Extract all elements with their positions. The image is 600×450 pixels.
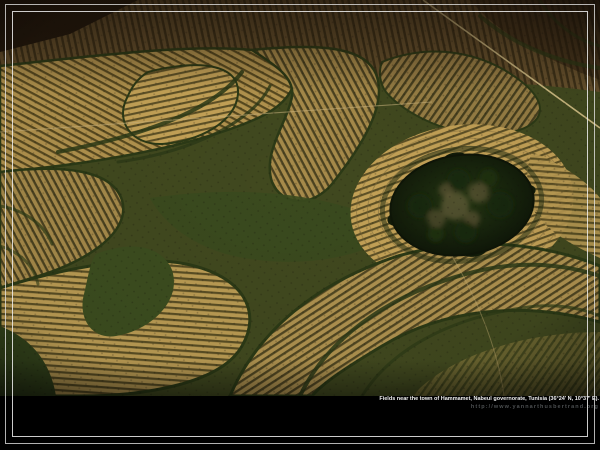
- aerial-photo-fields: [0, 0, 600, 396]
- credit-url: http://www.yannarthusbertrand.org: [0, 404, 600, 411]
- caption-strip: Fields near the town of Hammamet, Nabeul…: [0, 396, 600, 411]
- wallpaper: Fields near the town of Hammamet, Nabeul…: [0, 0, 600, 450]
- vignette: [0, 0, 600, 396]
- photo-caption: Fields near the town of Hammamet, Nabeul…: [0, 396, 600, 403]
